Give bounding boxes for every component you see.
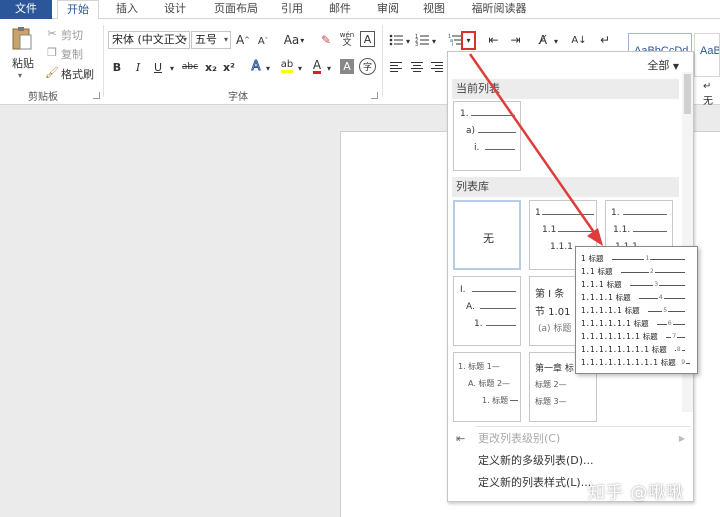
zoom-row-level: 9: [680, 356, 687, 368]
zoom-row: 1.1.1 标题 3: [581, 278, 696, 291]
zoom-row-level: 4: [657, 291, 664, 303]
zoom-row-level: 6: [666, 317, 673, 329]
zoom-row-number: 1.1.1.1.1.1.1: [581, 332, 640, 341]
zoom-row-title: 标题: [651, 345, 667, 354]
zoom-row-title: 标题: [597, 267, 613, 276]
zoom-row: 1.1.1.1.1.1 标题 6: [581, 317, 696, 330]
zoom-row: 1.1.1.1.1.1.1 标题 7: [581, 330, 696, 343]
zoom-row-title: 标题: [624, 306, 640, 315]
zoom-row-title: 标题: [588, 254, 604, 263]
zoom-row-number: 1.1.1.1.1.1: [581, 319, 631, 328]
zoom-row-title: 标题: [660, 358, 676, 367]
zoom-row-level: 3: [653, 278, 660, 290]
zoom-row-title: 标题: [615, 293, 631, 302]
zoom-row-level: 8: [675, 343, 682, 355]
zoom-row: 1.1.1.1 标题 4: [581, 291, 696, 304]
zoom-row-level: 2: [648, 265, 655, 277]
zoom-row: 1.1 标题 2: [581, 265, 696, 278]
zoom-row: 1.1.1.1.1.1.1.1 标题 8: [581, 343, 696, 356]
zoom-row-number: 1.1: [581, 267, 595, 276]
zoom-row: 1 标题 1: [581, 252, 696, 265]
zoom-row-level: 5: [662, 304, 669, 316]
zoom-row: 1.1.1.1.1.1.1.1.1 标题 9: [581, 356, 696, 369]
zoom-row-title: 标题: [606, 280, 622, 289]
zoom-row-number: 1.1.1.1.1.1.1.1: [581, 345, 649, 354]
zoom-row-level: 7: [671, 330, 678, 342]
zoom-row-number: 1.1.1.1.1.1.1.1.1: [581, 358, 658, 367]
zoom-row-number: 1.1.1.1: [581, 293, 613, 302]
zoomed-list-preview: 1 标题 1 1.1 标题 2 1.1.1 标题 3 1.1.1.1 标题 4 1.1.1.1.1 标题 5…: [575, 246, 698, 374]
zoom-row: 1.1.1.1.1 标题 5: [581, 304, 696, 317]
zoom-row-title: 标题: [633, 319, 649, 328]
zoom-row-number: 1.1.1.1.1: [581, 306, 622, 315]
zoom-row-number: 1: [581, 254, 586, 263]
zoom-row-title: 标题: [642, 332, 658, 341]
watermark: 知乎 @啾啾: [588, 483, 685, 503]
zoom-row-level: 1: [644, 252, 651, 264]
zoom-row-number: 1.1.1: [581, 280, 604, 289]
